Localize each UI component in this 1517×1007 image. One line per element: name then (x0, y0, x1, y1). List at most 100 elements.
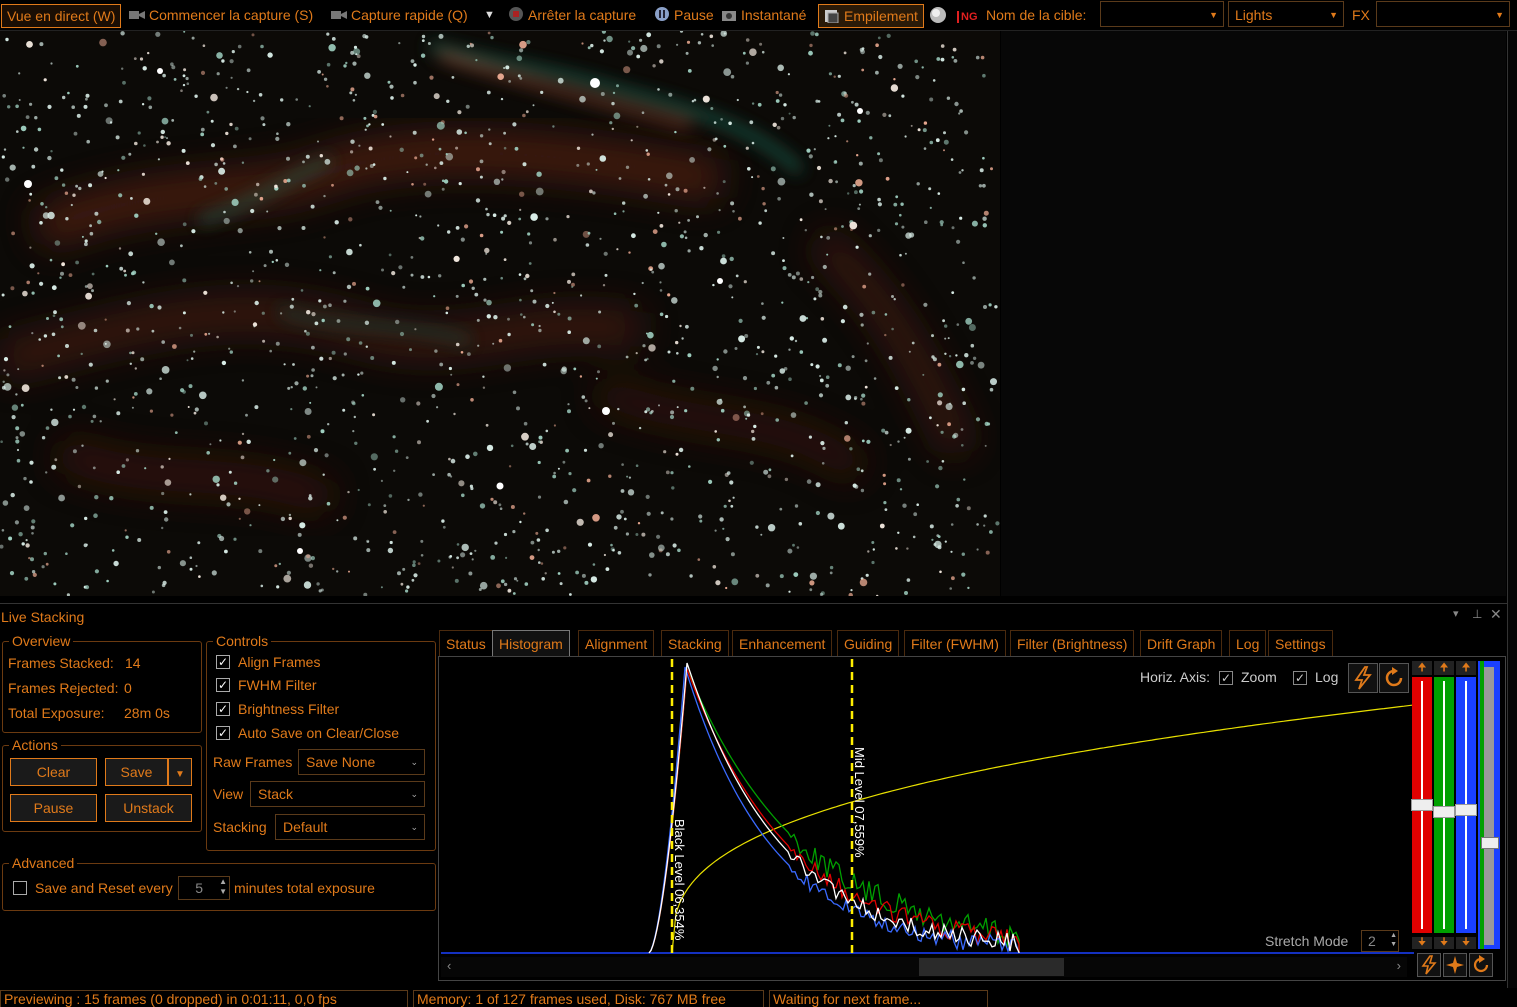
sphere-icon[interactable] (929, 4, 947, 26)
tab-filter-brightness[interactable]: Filter (Brightness) (1010, 630, 1135, 656)
stack-icon (824, 7, 840, 24)
live-view-label: Vue en direct (W) (7, 8, 116, 24)
log-checkbox[interactable]: ✓ (1293, 671, 1307, 685)
luminance-slider-frame (1478, 661, 1500, 949)
spinner-arrows-icon[interactable]: ▲ ▼ (1390, 931, 1397, 949)
red-down-icon[interactable]: 🠋 (1412, 937, 1432, 949)
refresh-icon (1385, 667, 1403, 687)
pause-button[interactable]: Pause (654, 4, 714, 26)
scroll-left-icon[interactable]: ‹ (447, 958, 451, 973)
raw-frames-label: Raw Frames (213, 754, 293, 770)
camera-icon (721, 6, 737, 21)
stop-capture-label: Arrêter la capture (528, 7, 637, 23)
tab-settings[interactable]: Settings (1268, 630, 1333, 656)
ngc-catalog-icon[interactable]: NG (957, 4, 978, 26)
blue-level-slider[interactable] (1455, 677, 1477, 933)
quick-capture-dropdown-icon[interactable]: ▼ (484, 4, 495, 26)
fwhm-filter-label: FWHM Filter (238, 677, 317, 693)
reset-balance-button[interactable] (1469, 953, 1493, 977)
histogram-chart[interactable]: Black Level 06,354% Mid Level 07,559% (439, 657, 1505, 980)
auto-stretch-button[interactable] (1348, 663, 1378, 693)
chevron-down-icon: ⌄ (410, 822, 418, 832)
red-slider-thumb[interactable] (1411, 799, 1433, 811)
auto-save-checkbox[interactable]: ✓ (216, 726, 230, 740)
stop-capture-button[interactable]: Arrêter la capture (508, 4, 636, 26)
close-icon[interactable]: ✕ (1490, 606, 1502, 623)
raw-frames-select[interactable]: Save None ⌄ (298, 749, 425, 775)
spinner-arrows-icon[interactable]: ▲ ▼ (219, 877, 227, 897)
view-label: View (213, 786, 244, 802)
reset-stretch-button[interactable] (1379, 663, 1409, 693)
stretch-mode-spinner[interactable]: 2 ▲ ▼ (1361, 930, 1399, 952)
snapshot-button[interactable]: Instantané (721, 4, 806, 26)
pause-label: Pause (674, 7, 714, 23)
unstack-button[interactable]: Unstack (105, 794, 192, 822)
red-level-slider[interactable] (1411, 677, 1433, 933)
panel-menu-icon[interactable]: ▾ (1453, 607, 1459, 620)
green-down-icon[interactable]: 🠋 (1434, 937, 1454, 949)
frame-type-combo[interactable]: Lights ▼ (1228, 1, 1344, 27)
histogram-view[interactable]: Black Level 06,354% Mid Level 07,559% Ho… (438, 656, 1506, 981)
clear-button[interactable]: Clear (10, 758, 97, 786)
pin-icon[interactable]: ⊥ (1472, 607, 1482, 621)
star-balance-button[interactable] (1443, 953, 1467, 977)
luminance-level-slider[interactable] (1481, 667, 1499, 945)
brightness-filter-checkbox[interactable]: ✓ (216, 702, 230, 716)
tab-enhancement[interactable]: Enhancement (732, 630, 833, 656)
preview-background (1001, 31, 1506, 596)
lightning-icon (1354, 666, 1372, 690)
tab-drift-graph[interactable]: Drift Graph (1140, 630, 1223, 656)
green-slider-thumb[interactable] (1433, 806, 1455, 818)
zoom-checkbox[interactable]: ✓ (1219, 671, 1233, 685)
horiz-axis-label: Horiz. Axis: (1140, 669, 1211, 685)
stacking-label: Stacking (213, 819, 267, 835)
tab-status[interactable]: Status (439, 630, 493, 656)
stacking-select[interactable]: Default ⌄ (275, 814, 425, 840)
pause-stacking-button[interactable]: Pause (10, 794, 97, 822)
green-level-slider[interactable] (1433, 677, 1455, 933)
chevron-down-icon: ⌄ (410, 789, 418, 799)
stacked-image-preview[interactable] (0, 31, 1000, 596)
tab-alignment[interactable]: Alignment (578, 630, 655, 656)
tab-log[interactable]: Log (1229, 630, 1267, 656)
tab-guiding[interactable]: Guiding (837, 630, 900, 656)
start-capture-button[interactable]: Commencer la capture (S) (129, 4, 313, 26)
video-camera-icon (129, 6, 145, 20)
save-button[interactable]: Save (105, 758, 168, 786)
fwhm-filter-checkbox[interactable]: ✓ (216, 678, 230, 692)
scrollbar-thumb[interactable] (919, 958, 1064, 976)
pause-icon (654, 6, 670, 21)
scroll-right-icon[interactable]: › (1397, 958, 1401, 973)
save-reset-checkbox[interactable] (13, 881, 27, 895)
tab-stacking[interactable]: Stacking (661, 630, 729, 656)
blue-up-icon[interactable]: 🠉 (1456, 661, 1476, 675)
start-capture-label: Commencer la capture (S) (149, 7, 314, 23)
view-select[interactable]: Stack ⌄ (250, 781, 425, 807)
fx-combo[interactable]: ▼ (1376, 1, 1510, 27)
raw-frames-value: Save None (306, 754, 376, 770)
status-waiting: Waiting for next frame... (769, 990, 988, 1007)
total-exposure-value: 28m 0s (124, 705, 170, 721)
view-value: Stack (258, 786, 294, 802)
red-up-icon[interactable]: 🠉 (1412, 661, 1432, 675)
actions-title: Actions (9, 737, 61, 753)
save-reset-minutes-spinner[interactable]: 5 ▲ ▼ (178, 876, 230, 900)
align-frames-checkbox[interactable]: ✓ (216, 655, 230, 669)
target-name-combo[interactable]: ▼ (1100, 1, 1224, 27)
blue-slider-thumb[interactable] (1455, 804, 1477, 816)
green-up-icon[interactable]: 🠉 (1434, 661, 1454, 675)
quick-capture-button[interactable]: Capture rapide (Q) (331, 4, 468, 26)
live-view-button[interactable]: Vue en direct (W) (1, 4, 122, 28)
advanced-title: Advanced (9, 855, 78, 871)
horizontal-scrollbar[interactable]: ‹ › (441, 957, 1407, 977)
panel-title: Live Stacking (1, 609, 85, 625)
blue-down-icon[interactable]: 🠋 (1456, 937, 1476, 949)
tab-histogram[interactable]: Histogram (492, 630, 570, 656)
save-dropdown-button[interactable]: ▼ (168, 758, 192, 786)
stacking-label: Empilement (844, 8, 918, 24)
zoom-label: Zoom (1241, 669, 1277, 685)
stacking-toggle-button[interactable]: Empilement (818, 4, 924, 28)
tab-filter-fwhm[interactable]: Filter (FWHM) (904, 630, 1006, 656)
auto-balance-button[interactable] (1417, 953, 1441, 977)
luminance-slider-thumb[interactable] (1481, 837, 1499, 849)
